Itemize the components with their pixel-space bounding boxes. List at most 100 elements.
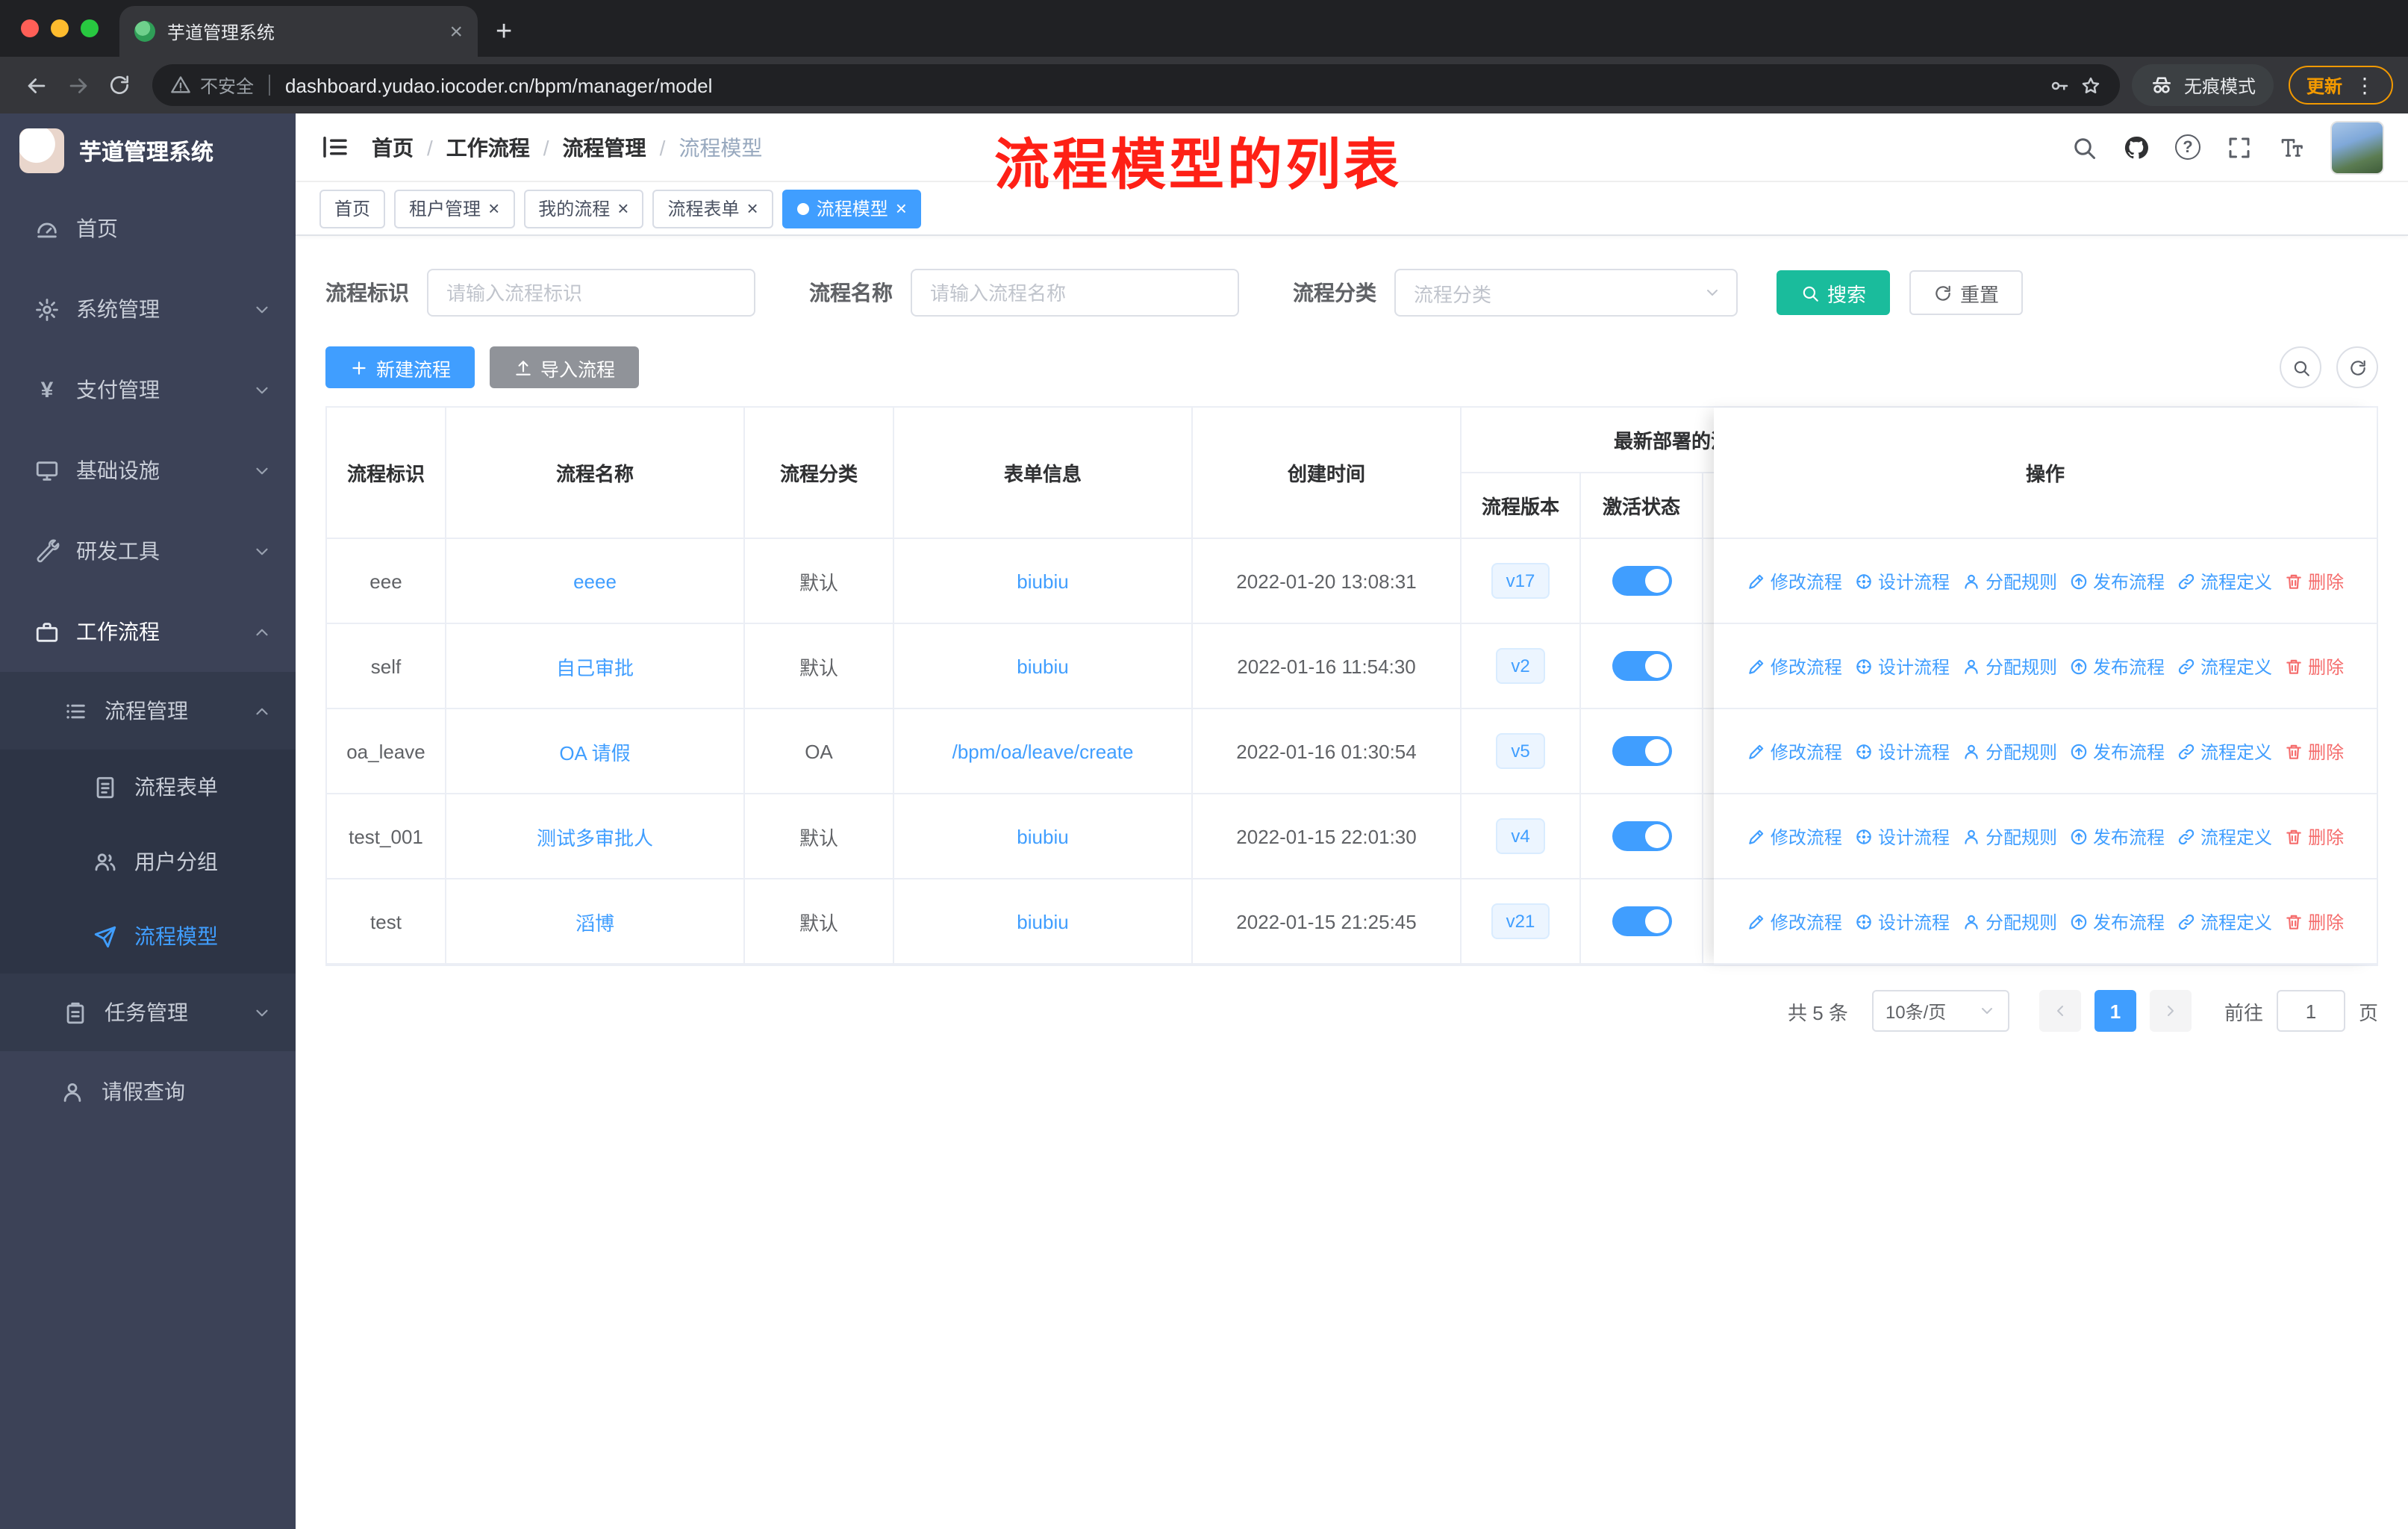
sidebar-item-workflow[interactable]: 工作流程	[0, 591, 296, 672]
forward-icon[interactable]	[57, 64, 99, 106]
publish-process-action[interactable]: 发布流程	[2069, 823, 2165, 849]
tab-close-icon[interactable]: ×	[617, 199, 628, 218]
process-definition-action[interactable]: 流程定义	[2177, 653, 2272, 679]
sidebar-item-infra[interactable]: 基础设施	[0, 430, 296, 511]
delete-action[interactable]: 删除	[2284, 823, 2344, 849]
font-size-icon[interactable]	[2278, 134, 2305, 161]
github-icon[interactable]	[2123, 134, 2150, 161]
process-name-link[interactable]: eeee	[573, 570, 617, 592]
tab-close-icon[interactable]: ×	[488, 199, 499, 218]
sidebar-item-devtools[interactable]: 研发工具	[0, 511, 296, 591]
fullscreen-icon[interactable]	[2226, 134, 2253, 161]
delete-action[interactable]: 删除	[2284, 653, 2344, 679]
design-process-action[interactable]: 设计流程	[1854, 653, 1950, 679]
sidebar-item-task-management[interactable]: 任务管理	[0, 974, 296, 1051]
page-size-select[interactable]: 10条/页	[1871, 990, 2009, 1032]
assign-rule-action[interactable]: 分配规则	[1962, 823, 2057, 849]
sidebar-item-system[interactable]: 系统管理	[0, 269, 296, 349]
process-key-input[interactable]	[427, 269, 755, 317]
publish-process-action[interactable]: 发布流程	[2069, 909, 2165, 934]
publish-process-action[interactable]: 发布流程	[2069, 653, 2165, 679]
close-window-button[interactable]	[21, 19, 39, 37]
search-icon[interactable]	[2071, 134, 2097, 161]
reset-button[interactable]: 重置	[1909, 270, 2024, 315]
delete-action[interactable]: 删除	[2284, 909, 2344, 934]
publish-process-action[interactable]: 发布流程	[2069, 568, 2165, 594]
view-tab[interactable]: 我的流程 ×	[523, 189, 644, 228]
process-name-input[interactable]	[911, 269, 1239, 317]
edit-process-action[interactable]: 修改流程	[1747, 738, 1842, 764]
sidebar-item-leave-query[interactable]: 请假查询	[0, 1051, 296, 1132]
assign-rule-action[interactable]: 分配规则	[1962, 909, 2057, 934]
password-key-icon[interactable]	[2048, 74, 2071, 96]
design-process-action[interactable]: 设计流程	[1854, 823, 1950, 849]
refresh-table-button[interactable]	[2336, 346, 2378, 388]
update-button[interactable]: 更新 ⋮	[2288, 66, 2393, 105]
sidebar-item-process-management[interactable]: 流程管理	[0, 672, 296, 750]
design-process-action[interactable]: 设计流程	[1854, 909, 1950, 934]
prev-page-button[interactable]	[2039, 990, 2081, 1032]
tab-close-icon[interactable]: ×	[747, 199, 758, 218]
process-definition-action[interactable]: 流程定义	[2177, 738, 2272, 764]
tab-close-icon[interactable]: ×	[896, 199, 907, 218]
form-info-link[interactable]: biubiu	[1017, 910, 1068, 932]
zoom-window-button[interactable]	[81, 19, 99, 37]
process-name-link[interactable]: 自己审批	[556, 652, 634, 680]
new-tab-button[interactable]: +	[496, 18, 512, 46]
process-definition-action[interactable]: 流程定义	[2177, 909, 2272, 934]
breadcrumb-item[interactable]: 工作流程	[446, 132, 530, 162]
search-button[interactable]: 搜索	[1777, 270, 1891, 315]
active-toggle[interactable]	[1612, 821, 1671, 851]
toggle-search-button[interactable]	[2280, 346, 2321, 388]
form-info-link[interactable]: biubiu	[1017, 570, 1068, 592]
tab-close-icon[interactable]: ×	[449, 20, 463, 43]
url-bar[interactable]: 不安全 dashboard.yudao.iocoder.cn/bpm/manag…	[152, 64, 2120, 106]
sidebar-item-process-form[interactable]: 流程表单	[0, 750, 296, 824]
assign-rule-action[interactable]: 分配规则	[1962, 653, 2057, 679]
current-page[interactable]: 1	[2094, 990, 2136, 1032]
reload-icon[interactable]	[99, 64, 140, 106]
design-process-action[interactable]: 设计流程	[1854, 738, 1950, 764]
form-info-link[interactable]: biubiu	[1017, 655, 1068, 677]
breadcrumb-item[interactable]: 流程管理	[563, 132, 646, 162]
active-toggle[interactable]	[1612, 566, 1671, 596]
assign-rule-action[interactable]: 分配规则	[1962, 738, 2057, 764]
form-info-link[interactable]: biubiu	[1017, 825, 1068, 847]
process-name-link[interactable]: OA 请假	[559, 737, 630, 765]
edit-process-action[interactable]: 修改流程	[1747, 823, 1842, 849]
process-definition-action[interactable]: 流程定义	[2177, 568, 2272, 594]
sidebar-item-user-group[interactable]: 用户分组	[0, 824, 296, 899]
import-process-button[interactable]: 导入流程	[490, 346, 640, 388]
help-icon[interactable]: ?	[2175, 134, 2200, 160]
process-name-link[interactable]: 测试多审批人	[537, 822, 653, 850]
delete-action[interactable]: 删除	[2284, 738, 2344, 764]
table-scroll-area[interactable]: 流程标识 流程名称 流程分类 表单信息 创建时间 最新部署的流程定义 流程版本 …	[327, 408, 1714, 965]
view-tab[interactable]: 租户管理 ×	[394, 189, 515, 228]
process-category-select[interactable]: 流程分类	[1394, 269, 1738, 317]
next-page-button[interactable]	[2149, 990, 2192, 1032]
active-toggle[interactable]	[1612, 651, 1671, 681]
edit-process-action[interactable]: 修改流程	[1747, 653, 1842, 679]
sidebar-fold-icon[interactable]	[319, 131, 351, 163]
breadcrumb-item[interactable]: 首页	[372, 132, 414, 162]
sidebar-item-home[interactable]: 首页	[0, 188, 296, 269]
sidebar-item-payment[interactable]: ¥ 支付管理	[0, 349, 296, 430]
assign-rule-action[interactable]: 分配规则	[1962, 568, 2057, 594]
view-tab[interactable]: 首页 ×	[319, 189, 386, 228]
view-tab[interactable]: 流程模型 ×	[782, 189, 922, 228]
minimize-window-button[interactable]	[51, 19, 69, 37]
edit-process-action[interactable]: 修改流程	[1747, 909, 1842, 934]
browser-menu-icon[interactable]: ⋮	[2354, 72, 2375, 98]
active-toggle[interactable]	[1612, 736, 1671, 766]
browser-tab[interactable]: 芋道管理系统 ×	[119, 6, 478, 57]
process-definition-action[interactable]: 流程定义	[2177, 823, 2272, 849]
delete-action[interactable]: 删除	[2284, 568, 2344, 594]
publish-process-action[interactable]: 发布流程	[2069, 738, 2165, 764]
active-toggle[interactable]	[1612, 906, 1671, 936]
form-info-link[interactable]: /bpm/oa/leave/create	[952, 740, 1134, 762]
view-tab[interactable]: 流程表单 ×	[652, 189, 773, 228]
create-process-button[interactable]: 新建流程	[325, 346, 475, 388]
sidebar-item-process-model[interactable]: 流程模型	[0, 899, 296, 974]
design-process-action[interactable]: 设计流程	[1854, 568, 1950, 594]
user-avatar[interactable]	[2330, 120, 2384, 174]
